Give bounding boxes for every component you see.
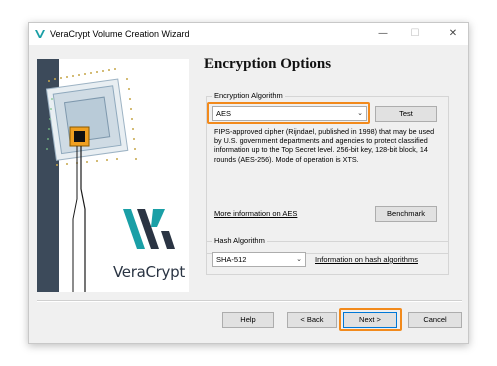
footer-separator — [37, 300, 462, 302]
benchmark-button[interactable]: Benchmark — [375, 206, 437, 222]
wizard-window: VeraCrypt Volume Creation Wizard — ☐ ✕ V… — [28, 22, 469, 344]
next-button-highlight — [339, 308, 402, 331]
wizard-side-image — [37, 59, 189, 292]
veracrypt-app-icon — [34, 28, 46, 40]
minimize-icon[interactable]: — — [368, 23, 398, 45]
cancel-button[interactable]: Cancel — [408, 312, 462, 328]
more-info-aes-link[interactable]: More information on AES — [214, 209, 297, 218]
test-button[interactable]: Test — [375, 106, 437, 122]
maximize-icon[interactable]: ☐ — [400, 23, 430, 45]
algorithm-description: FIPS-approved cipher (Rijndael, publishe… — [214, 127, 435, 164]
hash-algorithm-label: Hash Algorithm — [212, 236, 267, 245]
veracrypt-logo-text: VeraCrypt — [113, 263, 185, 281]
help-button[interactable]: Help — [222, 312, 274, 328]
back-button[interactable]: < Back — [287, 312, 337, 328]
close-icon[interactable]: ✕ — [438, 23, 468, 45]
chevron-down-icon: ⌄ — [296, 255, 302, 263]
window-title: VeraCrypt Volume Creation Wizard — [50, 29, 190, 39]
encryption-algorithm-label: Encryption Algorithm — [212, 91, 285, 100]
chip-illustration — [37, 59, 189, 292]
encryption-select-highlight — [207, 102, 370, 124]
hash-algorithm-select[interactable]: SHA-512 ⌄ — [212, 252, 306, 267]
title-bar[interactable]: VeraCrypt Volume Creation Wizard — ☐ ✕ — [29, 23, 468, 45]
page-title: Encryption Options — [204, 56, 332, 72]
hash-algorithm-value: SHA-512 — [216, 255, 247, 264]
hash-info-link[interactable]: Information on hash algorithms — [315, 255, 418, 264]
